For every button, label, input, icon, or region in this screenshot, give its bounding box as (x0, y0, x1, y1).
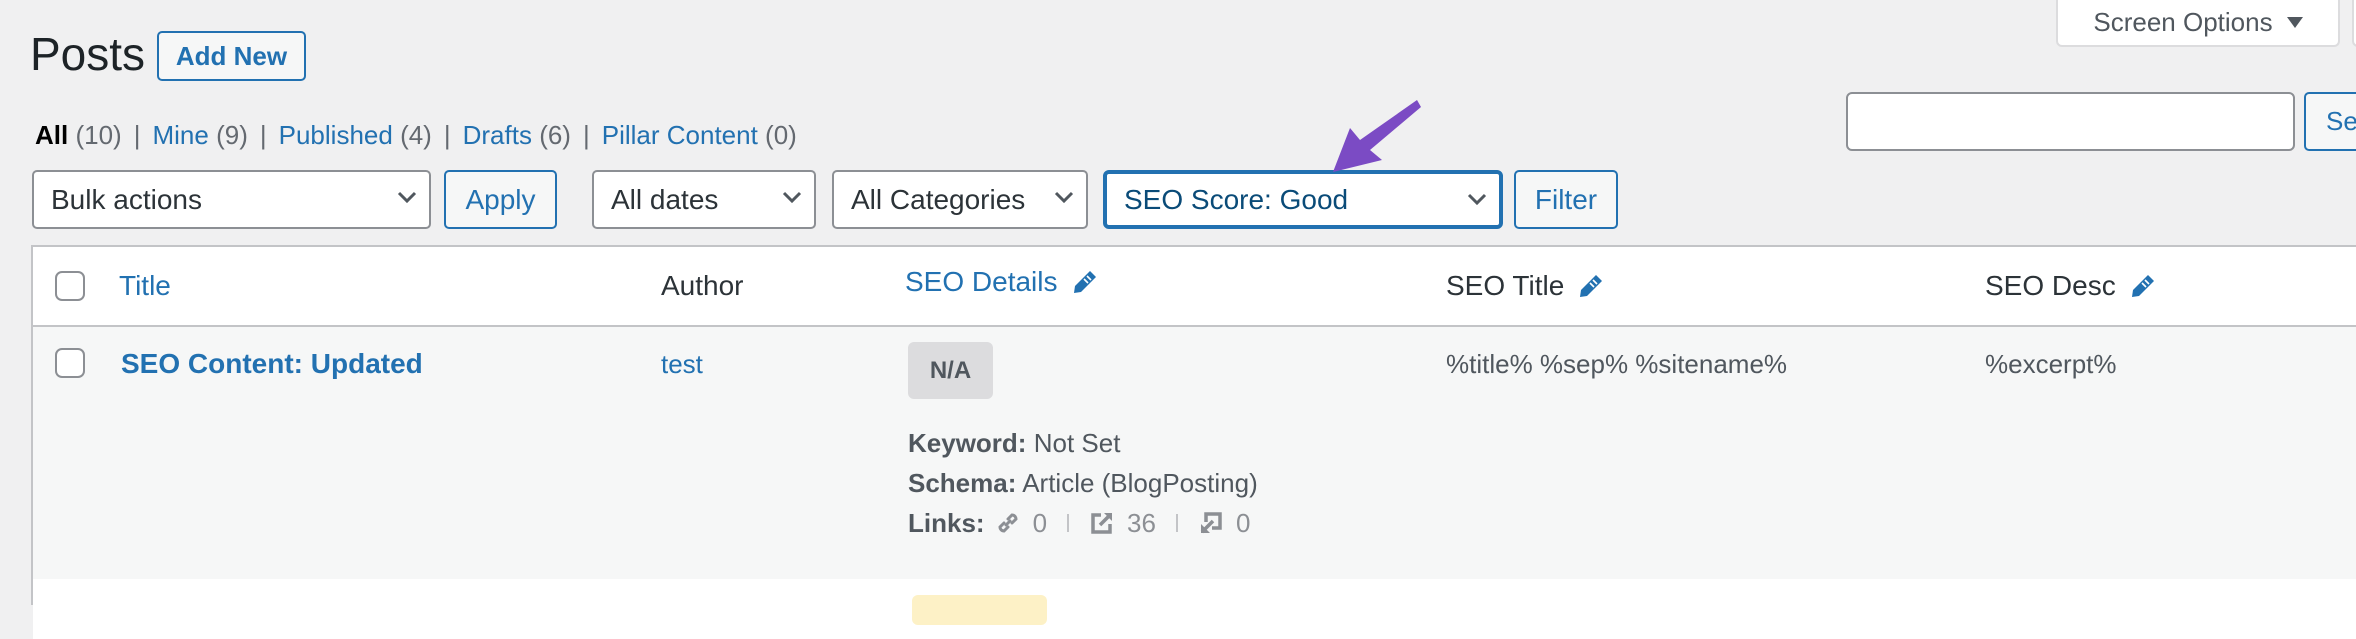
view-pillar-content-label: Pillar Content (601, 120, 758, 150)
row-checkbox[interactable] (55, 348, 85, 378)
links-separator (1175, 514, 1178, 532)
incoming-link-icon (1198, 510, 1224, 536)
post-status-views: All (10) | Mine (9) | Published (4) | Drafts (… (35, 118, 797, 152)
filter-button[interactable]: Filter (1514, 170, 1618, 229)
add-new-button[interactable]: Add New (157, 31, 306, 81)
dates-filter-value: All dates (611, 183, 719, 215)
view-pillar-content[interactable]: Pillar Content (0) (602, 120, 797, 150)
table-header: Title Author SEO Details SEO Title SEO D… (33, 247, 2356, 327)
views-separator: | (259, 120, 267, 150)
seo-score-badge: N/A (908, 342, 993, 399)
view-all-label: All (35, 120, 69, 150)
column-seo-title-label: SEO Title (1446, 270, 1565, 301)
dates-filter-select[interactable]: All dates (592, 170, 816, 229)
chevron-down-icon (1467, 192, 1487, 206)
links-label: Links: (908, 508, 985, 538)
view-mine[interactable]: Mine (9) (152, 120, 247, 150)
categories-filter-value: All Categories (851, 183, 1026, 215)
column-title-label: Title (119, 270, 171, 301)
view-mine-label: Mine (152, 120, 209, 150)
schema-label: Schema: (908, 468, 1017, 498)
view-published[interactable]: Published (4) (279, 120, 432, 150)
bulk-actions-select[interactable]: Bulk actions (32, 170, 431, 229)
seo-desc-value: %excerpt% (1985, 349, 2117, 379)
column-seo-details[interactable]: SEO Details (905, 265, 1098, 299)
chevron-down-icon (397, 190, 417, 204)
seo-title-value: %title% %sep% %sitename% (1446, 349, 1788, 379)
screen-options-label: Screen Options (2093, 7, 2273, 37)
keyword-value: Not Set (1033, 428, 1121, 458)
view-mine-count: (9) (216, 120, 248, 150)
column-author-label: Author (661, 270, 744, 301)
column-seo-title: SEO Title (1446, 269, 1604, 303)
external-links-count: 36 (1127, 508, 1156, 538)
table-row (33, 579, 2356, 639)
seo-score-filter-select[interactable]: SEO Score: Good (1103, 170, 1503, 229)
external-link-icon (1089, 510, 1115, 536)
bulk-actions-value: Bulk actions (51, 183, 202, 215)
search-posts-button[interactable]: Se (2304, 92, 2356, 151)
search-posts-input[interactable] (1846, 92, 2295, 151)
views-separator: | (582, 120, 590, 150)
keyword-label: Keyword: (908, 428, 1027, 458)
schema-value: Article (BlogPosting) (1022, 468, 1258, 498)
view-published-count: (4) (400, 120, 432, 150)
links-separator (1067, 514, 1070, 532)
view-all-count: (10) (75, 120, 122, 150)
post-title-link[interactable]: SEO Content: Updated (121, 347, 423, 381)
chevron-down-icon (1054, 190, 1074, 204)
pencil-icon[interactable] (1578, 273, 1604, 299)
links-line: Links: 0 36 0 (908, 506, 1250, 540)
views-separator: | (133, 120, 141, 150)
incoming-links-count: 0 (1235, 508, 1251, 538)
seo-score-filter-value: SEO Score: Good (1124, 183, 1349, 215)
seo-score-badge (912, 595, 1047, 625)
screen-options-button[interactable]: Screen Options (2056, 0, 2340, 47)
select-all-checkbox[interactable] (55, 271, 85, 301)
column-seo-details-label: SEO Details (905, 266, 1058, 297)
posts-table: Title Author SEO Details SEO Title SEO D… (31, 245, 2356, 639)
view-published-label: Published (278, 120, 393, 150)
column-seo-desc: SEO Desc (1985, 269, 2156, 303)
view-drafts-count: (6) (539, 120, 571, 150)
keyword-line: Keyword: Not Set (908, 426, 1120, 460)
internal-links-count: 0 (1032, 508, 1048, 538)
help-tab-button[interactable] (2352, 0, 2356, 47)
views-separator: | (443, 120, 451, 150)
pencil-icon[interactable] (2130, 273, 2156, 299)
column-title[interactable]: Title (119, 269, 171, 303)
view-drafts-label: Drafts (462, 120, 532, 150)
column-seo-desc-label: SEO Desc (1985, 270, 2116, 301)
page-title: Posts (30, 28, 146, 80)
column-author: Author (661, 269, 744, 303)
view-pillar-content-count: (0) (765, 120, 797, 150)
post-author-link[interactable]: test (661, 347, 703, 381)
triangle-down-icon (2286, 17, 2303, 28)
link-icon (995, 510, 1021, 536)
chevron-down-icon (782, 190, 802, 204)
view-all[interactable]: All (10) (35, 120, 122, 150)
apply-button[interactable]: Apply (444, 170, 557, 229)
schema-line: Schema: Article (BlogPosting) (908, 466, 1258, 500)
view-drafts[interactable]: Drafts (6) (463, 120, 571, 150)
categories-filter-select[interactable]: All Categories (832, 170, 1088, 229)
pencil-icon[interactable] (1072, 269, 1098, 295)
